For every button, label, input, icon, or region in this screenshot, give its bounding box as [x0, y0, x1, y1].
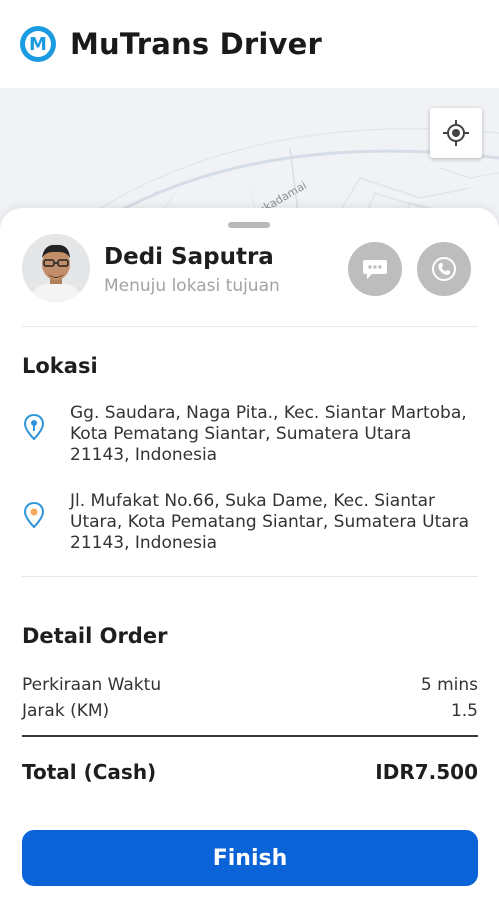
row-label: Perkiraan Waktu — [22, 675, 162, 695]
chat-bubble-icon — [363, 260, 387, 279]
map-roads — [69, 127, 499, 228]
driver-avatar — [22, 234, 90, 302]
app-logo-icon: M — [20, 26, 56, 62]
phone-icon — [432, 257, 456, 281]
logo-letter: M — [25, 31, 51, 57]
order-row-distance: Jarak (KM) 1.5 — [22, 700, 478, 722]
crosshair-icon — [443, 120, 469, 146]
call-button[interactable] — [417, 242, 471, 296]
driver-status: Menuju lokasi tujuan — [104, 276, 280, 296]
app-bar: M MuTrans Driver — [0, 0, 499, 88]
locate-me-button[interactable] — [430, 108, 482, 158]
order-bottom-sheet: Dedi Saputra Menuju lokasi tujuan Lokasi… — [0, 208, 499, 900]
finish-button[interactable]: Finish — [22, 830, 478, 886]
driver-info: Dedi Saputra Menuju lokasi tujuan — [22, 234, 482, 312]
row-value: 1.5 — [450, 701, 478, 721]
total-row: Total (Cash) IDR7.500 — [22, 760, 478, 784]
app-title: MuTrans Driver — [70, 27, 322, 61]
chat-button[interactable] — [348, 242, 402, 296]
total-label: Total (Cash) — [22, 760, 157, 784]
order-row-time: Perkiraan Waktu 5 mins — [22, 674, 478, 696]
pickup-location: Gg. Saudara, Naga Pita., Kec. Siantar Ma… — [22, 403, 482, 467]
divider — [22, 326, 478, 327]
destination-location: Jl. Mufakat No.66, Suka Dame, Kec. Siant… — [22, 491, 482, 555]
map-view[interactable]: Jl. Sukadamai — [0, 88, 499, 228]
drag-handle[interactable] — [228, 222, 270, 228]
order-section-title: Detail Order — [22, 624, 168, 648]
divider — [22, 576, 478, 577]
row-label: Jarak (KM) — [22, 701, 110, 721]
total-divider — [22, 735, 478, 737]
driver-name: Dedi Saputra — [104, 244, 274, 270]
total-value: IDR7.500 — [375, 760, 478, 784]
destination-address: Jl. Mufakat No.66, Suka Dame, Kec. Siant… — [70, 491, 470, 553]
driver-photo — [22, 234, 90, 302]
pickup-address: Gg. Saudara, Naga Pita., Kec. Siantar Ma… — [70, 403, 467, 465]
pickup-pin-icon — [23, 413, 45, 441]
row-value: 5 mins — [420, 675, 478, 695]
destination-pin-icon — [23, 501, 45, 529]
location-section-title: Lokasi — [22, 354, 98, 378]
